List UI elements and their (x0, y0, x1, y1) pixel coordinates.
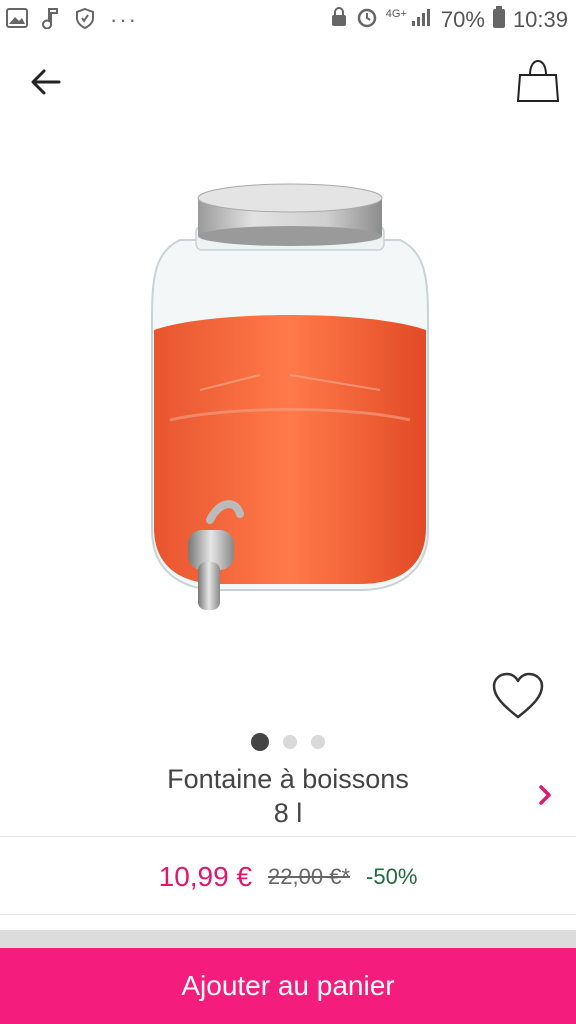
status-left: ··· (6, 6, 138, 34)
cart-button[interactable] (514, 58, 562, 108)
separator-band (0, 930, 576, 948)
product-details-button[interactable] (530, 780, 560, 814)
product-image[interactable] (140, 170, 440, 620)
favorite-button[interactable] (490, 670, 546, 726)
network-type: 4G+ (385, 8, 407, 20)
signal-icon (411, 7, 433, 33)
back-button[interactable] (24, 62, 68, 106)
pager-dot[interactable] (311, 735, 325, 749)
divider (0, 914, 576, 915)
clock: 10:39 (512, 7, 568, 32)
gallery-icon (6, 7, 28, 33)
status-bar: ··· 4G+ 70% 10:39 (0, 0, 576, 40)
product-title-line1: Fontaine à boissons (167, 764, 409, 794)
music-note-icon (42, 7, 60, 34)
battery-icon (492, 6, 505, 34)
heart-outline-icon (491, 672, 545, 725)
divider (0, 836, 576, 837)
more-notifications-indicator: ··· (110, 7, 138, 32)
pager-dot-active[interactable] (251, 733, 269, 751)
arrow-left-icon (31, 69, 61, 100)
product-title-line2: 8 l (273, 798, 303, 828)
status-right: 4G+ 70% 10:39 (330, 6, 568, 34)
shopping-bag-icon (516, 59, 560, 108)
alarm-icon (356, 6, 378, 34)
lock-icon (330, 6, 348, 34)
price-row: 10,99 € 22,00 €* -50% (0, 840, 576, 914)
hand-shield-icon (74, 7, 96, 34)
app-header (0, 40, 576, 128)
image-pager (0, 732, 576, 752)
current-price: 10,99 € (158, 861, 253, 892)
product-title: Fontaine à boissons 8 l (60, 762, 516, 830)
discount-badge: -50% (366, 864, 418, 889)
pager-dot[interactable] (283, 735, 297, 749)
add-to-cart-button[interactable]: Ajouter au panier (0, 948, 576, 1024)
chevron-right-icon (538, 784, 552, 811)
battery-percent: 70% (440, 7, 485, 32)
old-price: 22,00 €* (268, 864, 351, 889)
